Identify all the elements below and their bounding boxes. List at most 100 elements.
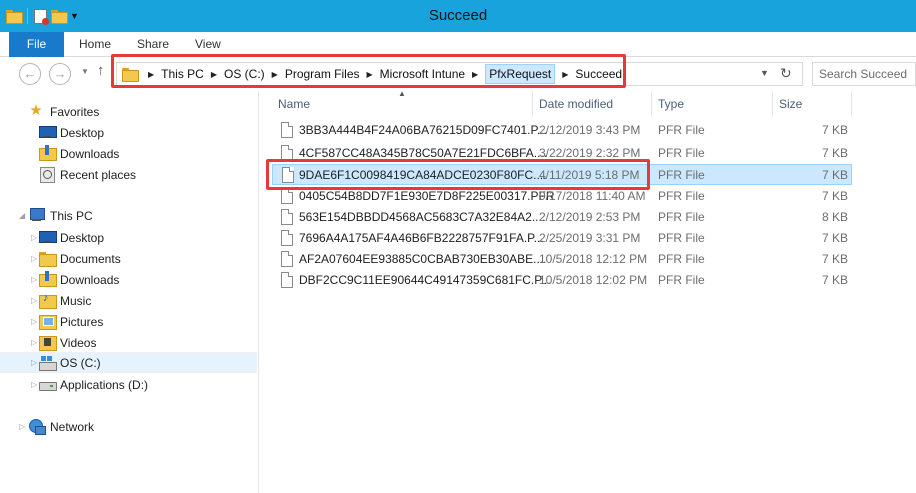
expand-arrow-icon[interactable]: ▷	[19, 422, 25, 431]
tab-view[interactable]: View	[195, 32, 221, 57]
nav-this-pc-desktop[interactable]: ▷ Desktop	[0, 227, 257, 248]
chevron-right-icon[interactable]: ▶	[562, 70, 568, 79]
folder-icon	[122, 68, 139, 82]
expand-arrow-icon[interactable]: ▷	[31, 254, 37, 263]
windows-drive-icon	[39, 355, 57, 371]
breadcrumb-os-c[interactable]: OS (C:)	[224, 67, 265, 81]
nav-this-pc-music[interactable]: ▷ Music	[0, 290, 257, 311]
tab-file[interactable]: File	[9, 32, 64, 57]
file-row[interactable]: 7696A4A175AF4A46B6FB2228757F91FA.P... 2/…	[272, 228, 852, 249]
nav-this-pc[interactable]: ◢ This PC	[0, 205, 257, 226]
file-icon	[281, 230, 293, 246]
breadcrumb-microsoft-intune[interactable]: Microsoft Intune	[380, 67, 465, 81]
nav-this-pc-os-c[interactable]: ▷ OS (C:)	[0, 352, 257, 373]
nav-favorites[interactable]: ★ Favorites	[0, 101, 257, 122]
file-size: 7 KB	[822, 168, 849, 182]
nav-label: Pictures	[60, 314, 104, 329]
nav-label: Favorites	[50, 104, 100, 119]
computer-icon	[28, 207, 45, 223]
file-size: 7 KB	[822, 231, 849, 245]
address-bar[interactable]: ▶ This PC ▶ OS (C:) ▶ Program Files ▶ Mi…	[116, 62, 803, 86]
nav-favorites-downloads[interactable]: Downloads	[0, 143, 257, 164]
file-row[interactable]: 3BB3A444B4F24A06BA76215D09FC7401.P... 2/…	[272, 120, 852, 141]
expand-arrow-icon[interactable]: ▷	[31, 296, 37, 305]
column-header-type[interactable]: Type	[652, 91, 772, 117]
nav-label: Recent places	[60, 167, 137, 182]
nav-label: OS (C:)	[60, 355, 101, 370]
expand-arrow-icon[interactable]: ▷	[31, 317, 37, 326]
file-row[interactable]: AF2A07604EE93885C0CBAB730EB30ABE.... 10/…	[272, 249, 852, 270]
chevron-right-icon[interactable]: ▶	[472, 70, 478, 79]
videos-icon	[39, 334, 57, 351]
file-row[interactable]: DBF2CC9C11EE90644C49147359C681FC.P... 10…	[272, 270, 852, 291]
nav-label: This PC	[50, 208, 93, 223]
nav-this-pc-videos[interactable]: ▷ Videos	[0, 332, 257, 353]
chevron-right-icon[interactable]: ▶	[367, 70, 373, 79]
nav-network[interactable]: ▷ Network	[0, 416, 257, 437]
expand-arrow-icon[interactable]: ▷	[31, 338, 37, 347]
search-input[interactable]	[813, 64, 913, 84]
file-name: 563E154DBBDD4568AC5683C7A32E84A2....	[299, 210, 546, 224]
up-arrow-icon[interactable]: ↑	[97, 62, 105, 79]
tab-home[interactable]: Home	[79, 32, 111, 57]
column-header-date-modified[interactable]: Date modified	[533, 91, 651, 117]
back-arrow-icon[interactable]: ←	[19, 63, 41, 85]
forward-arrow-icon[interactable]: →	[49, 63, 71, 85]
file-icon	[281, 251, 293, 267]
chevron-right-icon[interactable]: ▶	[148, 70, 154, 79]
nav-label: Music	[60, 293, 92, 308]
breadcrumb-program-files[interactable]: Program Files	[285, 67, 360, 81]
expand-arrow-icon[interactable]: ▷	[31, 275, 37, 284]
drive-icon	[39, 376, 57, 392]
title-bar: ▼ Succeed	[0, 0, 916, 32]
desktop-icon	[39, 124, 57, 140]
nav-label: Downloads	[60, 146, 120, 161]
nav-this-pc-documents[interactable]: ▷ Documents	[0, 248, 257, 269]
file-type: PFR File	[658, 123, 705, 137]
chevron-right-icon[interactable]: ▶	[272, 70, 278, 79]
nav-this-pc-pictures[interactable]: ▷ Pictures	[0, 311, 257, 332]
column-header-name[interactable]: Name	[272, 91, 534, 117]
file-row[interactable]: 0405C54B8DD7F1E930E7D8F225E00317.PFR 9/1…	[272, 186, 852, 207]
search-box[interactable]	[812, 62, 916, 86]
expand-arrow-icon[interactable]: ◢	[19, 211, 25, 220]
nav-this-pc-applications-d[interactable]: ▷ Applications (D:)	[0, 374, 257, 395]
file-name: AF2A07604EE93885C0CBAB730EB30ABE....	[299, 252, 547, 266]
music-icon	[39, 292, 57, 309]
refresh-icon[interactable]: ↻	[780, 65, 792, 82]
recent-locations-dropdown-icon[interactable]: ▼	[81, 67, 89, 76]
file-row-selected[interactable]: 9DAE6F1C0098419CA84ADCE0230F80FC.... 4/1…	[272, 164, 852, 185]
file-row[interactable]: 563E154DBBDD4568AC5683C7A32E84A2.... 2/1…	[272, 207, 852, 228]
breadcrumb-this-pc[interactable]: This PC	[161, 67, 204, 81]
nav-this-pc-downloads[interactable]: ▷ Downloads	[0, 269, 257, 290]
file-date: 3/22/2019 2:32 PM	[539, 146, 641, 160]
file-icon	[281, 272, 293, 288]
breadcrumb-pfxrequest[interactable]: PfxRequest	[485, 64, 556, 84]
file-type: PFR File	[658, 189, 705, 203]
address-history-dropdown-icon[interactable]: ▼	[760, 68, 769, 78]
file-size: 7 KB	[822, 273, 849, 287]
file-date: 2/12/2019 2:53 PM	[539, 210, 641, 224]
expand-arrow-icon[interactable]: ▷	[31, 233, 37, 242]
file-icon	[281, 209, 293, 225]
nav-favorites-recent-places[interactable]: Recent places	[0, 164, 257, 185]
column-header-size[interactable]: Size	[773, 91, 851, 117]
breadcrumb-succeed[interactable]: Succeed	[575, 67, 622, 81]
expand-arrow-icon[interactable]: ▷	[31, 380, 37, 389]
file-icon	[281, 188, 293, 204]
nav-favorites-desktop[interactable]: Desktop	[0, 122, 257, 143]
tab-share[interactable]: Share	[137, 32, 169, 57]
nav-label: Desktop	[60, 125, 105, 140]
file-name: 0405C54B8DD7F1E930E7D8F225E00317.PFR	[299, 189, 555, 203]
file-date: 4/11/2019 5:18 PM	[539, 168, 640, 182]
file-row[interactable]: 4CF587CC48A345B78C50A7E21FDC6BFA.... 3/2…	[272, 143, 852, 164]
column-divider[interactable]	[851, 91, 852, 117]
expand-arrow-icon[interactable]: ▷	[31, 358, 37, 367]
star-icon: ★	[29, 102, 43, 119]
file-icon	[281, 122, 293, 138]
file-date: 10/5/2018 12:02 PM	[539, 273, 648, 287]
column-headers: ▲ Name Date modified Type Size	[260, 89, 916, 118]
chevron-right-icon[interactable]: ▶	[211, 70, 217, 79]
file-type: PFR File	[658, 273, 705, 287]
file-name: 7696A4A175AF4A46B6FB2228757F91FA.P...	[299, 231, 544, 245]
